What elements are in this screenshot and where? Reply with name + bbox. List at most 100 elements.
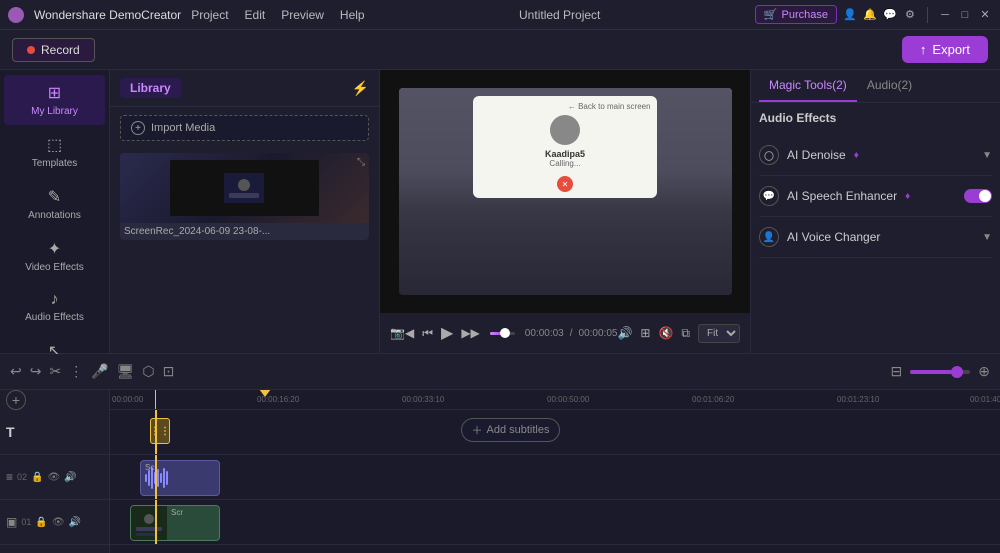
library-content: ⤡ ScreenRec_2024-06-09 23-08-... [110,149,379,353]
minimize-button[interactable]: ─ [938,8,952,22]
menu-project[interactable]: Project [191,8,228,22]
motion-button[interactable]: ⬡ [142,363,154,380]
lock-icon[interactable]: 🔒 [31,472,43,483]
media-thumbnail[interactable]: ⤡ ScreenRec_2024-06-09 23-08-... [120,153,369,240]
eye-icon[interactable]: 👁 [47,472,60,483]
cart-icon: 🛒 [764,8,778,21]
zoom-fill [910,370,952,374]
volume-track-icon[interactable]: 🔊 [64,472,76,483]
prev-frame-icon[interactable]: ◀ [405,326,414,340]
tab-magic-tools[interactable]: Magic Tools(2) [759,70,857,102]
play-button[interactable]: ▶ [441,323,453,343]
eye-icon-2[interactable]: 👁 [52,517,65,528]
track-labels: + T ≡ 02 🔒 👁 🔊 ▣ 01 🔒 👁 🔊 [0,390,110,553]
add-track-button[interactable]: + [6,390,26,410]
sidebar-item-annotations[interactable]: ✎ Annotations [4,179,105,229]
ai-denoise-dropdown[interactable]: ▼ [982,150,992,161]
ai-speech-enhancer-item: 💬 AI Speech Enhancer ♦ [759,176,992,217]
volume-icon[interactable]: 🔊 [617,326,632,340]
ai-speech-enhancer-name: AI Speech Enhancer [787,189,897,203]
add-subtitle-button[interactable]: ＋ Add subtitles [461,418,561,442]
upload-icon: ↑ [920,42,927,57]
pip-icon[interactable]: ⧉ [681,326,690,341]
export-button[interactable]: ↑ Export [902,36,988,63]
video-clip[interactable]: Scr [130,505,220,541]
record-button[interactable]: Record [12,38,95,62]
preview-progress[interactable] [490,332,515,335]
import-media-button[interactable]: + Import Media [120,115,369,141]
ruler-mark-0: 00:00:00 [112,395,143,404]
fit-select[interactable]: Fit [698,324,740,343]
playhead-line-video [155,500,157,544]
annotations-icon: ✎ [48,187,61,207]
audio-clip[interactable]: Scr [140,460,220,496]
subtitle-clip[interactable]: ⋮⋮ [150,418,170,444]
menu-preview[interactable]: Preview [281,8,324,22]
right-panel: Magic Tools(2) Audio(2) Audio Effects 〇 … [750,70,1000,353]
zoom-fit-button[interactable]: ⊡ [163,363,175,380]
split-button[interactable]: ⋮ [69,363,83,380]
app-icon [8,7,24,23]
preview-dialog: ← Back to main screen Kaadipa5 Calling..… [473,96,656,198]
record-audio-button[interactable]: 🎤 [91,363,108,380]
right-content: Audio Effects 〇 AI Denoise ♦ ▼ 💬 AI Spee… [751,103,1000,353]
timeline-zoom-in-icon[interactable]: ⊟ [891,363,903,380]
zoom-slider[interactable] [910,370,970,374]
thumb-inner [170,160,319,216]
menu-edit[interactable]: Edit [245,8,266,22]
app-name: Wondershare DemoCreator [34,8,181,22]
notification-button[interactable]: 🔔 [863,8,877,22]
sidebar-item-my-library[interactable]: ⊞ My Library [4,75,105,125]
titlebar: Wondershare DemoCreator Project Edit Pre… [0,0,1000,30]
settings-button[interactable]: ⚙ [903,8,917,22]
close-button[interactable]: ✕ [978,8,992,22]
audio-effects-icon: ♪ [51,291,59,309]
maximize-button[interactable]: □ [958,8,972,22]
ruler-mark-1: 00:00:16:20 [257,395,299,404]
current-time: 00:00:03 [525,328,564,339]
ai-denoise-left: 〇 AI Denoise ♦ [759,145,859,165]
tab-audio[interactable]: Audio(2) [857,70,922,102]
filter-icon[interactable]: ⚡ [352,80,369,97]
subtitle-icon: T [6,424,15,440]
avatar-button[interactable]: 👤 [843,8,857,22]
fullscreen-icon: ⤡ [357,157,365,168]
ruler-mark-4: 00:01:06:20 [692,395,734,404]
preview-overlay: ← Back to main screen Kaadipa5 Calling..… [399,88,732,295]
ai-voice-changer-dropdown[interactable]: ▼ [982,232,992,243]
zoom-thumb [951,366,963,378]
lock-icon-2[interactable]: 🔒 [35,517,47,528]
next-frame-icon[interactable]: ▶▶ [461,326,479,340]
screen-record-button[interactable]: 🖥 [117,363,135,380]
sidebar-item-video-effects[interactable]: ✦ Video Effects [4,231,105,281]
main-toolbar: Record ↑ Export [0,30,1000,70]
progress-bar [490,332,515,335]
thumb-image: ⤡ [120,153,369,223]
rewind-icon[interactable]: ⏮ [422,326,433,341]
audio-track-icon: ≡ [6,470,13,484]
time-display: 00:00:03 / 00:00:05 [525,328,618,339]
timeline-zoom-out-icon[interactable]: ⊕ [978,363,990,380]
preview-screen: ← Back to main screen Kaadipa5 Calling..… [399,88,732,295]
redo-button[interactable]: ↪ [30,363,42,380]
screenshot-icon[interactable]: 📷 [390,326,405,340]
cut-button[interactable]: ✂ [49,363,61,380]
crop-icon[interactable]: ⊞ [640,326,650,340]
message-button[interactable]: 💬 [883,8,897,22]
library-header: Library ⚡ [110,70,379,107]
ai-voice-changer-left: 👤 AI Voice Changer [759,227,880,247]
track-content-area: 00:00:00 00:00:16:20 00:00:33:10 00:00:5… [110,390,1000,553]
mute-icon[interactable]: 🔇 [658,326,673,340]
sidebar-item-audio-effects[interactable]: ♪ Audio Effects [4,283,105,331]
library-title: Library [120,78,181,98]
track-label-subtitle: T [0,410,109,455]
ai-speech-enhancer-toggle[interactable] [964,189,992,203]
ruler-mark-5: 00:01:23:10 [837,395,879,404]
video-clip-label: Scr [169,508,185,517]
playhead-indicator [155,390,156,409]
volume-track-icon-2[interactable]: 🔊 [69,517,81,528]
sidebar-item-templates[interactable]: ⬚ Templates [4,127,105,177]
menu-help[interactable]: Help [340,8,365,22]
purchase-button[interactable]: 🛒 Purchase [755,5,837,24]
undo-button[interactable]: ↩ [10,363,22,380]
